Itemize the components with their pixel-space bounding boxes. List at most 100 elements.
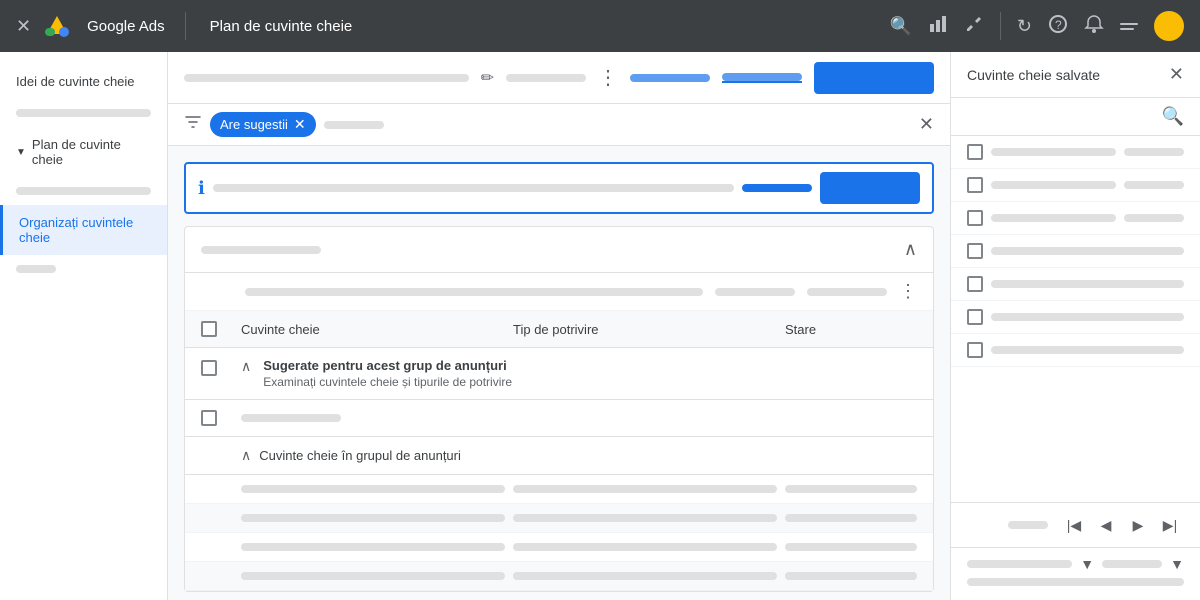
sidebar-placeholder-3 (16, 265, 56, 273)
saved-kw-value-2 (1124, 181, 1184, 189)
right-panel-search-bar: 🔍 (951, 98, 1200, 136)
pagination-last-button[interactable]: ▶| (1156, 511, 1184, 539)
row4-col3 (785, 572, 917, 580)
chart-icon[interactable] (928, 14, 948, 39)
refresh-icon[interactable]: ↻ (1017, 16, 1032, 37)
saved-kw-checkbox-5[interactable] (967, 276, 983, 292)
suggested-checkbox[interactable] (201, 360, 217, 376)
pagination: |◀ ◀ ▶ ▶| (951, 502, 1200, 547)
saved-kw-checkbox-3[interactable] (967, 210, 983, 226)
subrow-placeholder-3 (807, 288, 887, 296)
sidebar-placeholder-2 (16, 187, 151, 195)
row2-col1 (241, 514, 505, 522)
saved-keyword-item-1[interactable] (951, 136, 1200, 169)
saved-keyword-item-5[interactable] (951, 268, 1200, 301)
saved-keyword-item-2[interactable] (951, 169, 1200, 202)
row1-col2 (513, 485, 777, 493)
saved-keyword-item-3[interactable] (951, 202, 1200, 235)
pagination-prev-button[interactable]: ◀ (1092, 511, 1120, 539)
footer-dropdown-icon[interactable]: ▼ (1080, 556, 1094, 572)
topbar-menu-lines[interactable] (1120, 23, 1138, 30)
search-box[interactable]: ℹ (184, 162, 934, 214)
header-save-button[interactable] (814, 62, 934, 94)
suggested-section-header: ∧ Sugerate pentru acest grup de anunțuri… (185, 348, 933, 400)
sidebar-item-ideas[interactable]: Idei de cuvinte cheie (0, 64, 167, 99)
empty-row-checkbox[interactable] (201, 410, 217, 426)
sidebar-item-organize[interactable]: Organizați cuvintele cheie (0, 205, 167, 255)
tools-icon[interactable] (964, 14, 984, 39)
empty-row-placeholder (241, 414, 341, 422)
right-panel-close-button[interactable]: ✕ (1169, 64, 1184, 85)
row3-col2 (513, 543, 777, 551)
footer-scroll-icon[interactable]: ▼ (1170, 556, 1184, 572)
row2-col2 (513, 514, 777, 522)
search-input[interactable] (213, 184, 734, 192)
chevron-icon: ▼ (16, 147, 26, 158)
right-panel-header: Cuvinte cheie salvate ✕ (951, 52, 1200, 98)
group-header: ∧ (185, 227, 933, 273)
saved-kw-label-7 (991, 346, 1184, 354)
search-button[interactable] (820, 172, 920, 204)
header-link-2[interactable] (722, 73, 802, 83)
pagination-first-button[interactable]: |◀ (1060, 511, 1088, 539)
sidebar-placeholder-1 (16, 109, 151, 117)
section-chevron-icon[interactable]: ∧ (241, 447, 251, 464)
filter-close-button[interactable]: ✕ (919, 114, 934, 135)
saved-keyword-item-6[interactable] (951, 301, 1200, 334)
table-row-3 (185, 533, 933, 562)
footer-row-1: ▼ ▼ (967, 556, 1184, 572)
table-row-2 (185, 504, 933, 533)
group-collapse-button[interactable]: ∧ (904, 239, 917, 260)
saved-kw-label-6 (991, 313, 1184, 321)
row4-col2 (513, 572, 777, 580)
saved-keyword-item-4[interactable] (951, 235, 1200, 268)
main-content: ℹ ∧ (168, 146, 950, 600)
saved-kw-value-3 (1124, 214, 1184, 222)
bell-icon[interactable] (1084, 14, 1104, 39)
user-avatar[interactable] (1154, 11, 1184, 41)
saved-keyword-item-7[interactable] (951, 334, 1200, 367)
saved-kw-checkbox-2[interactable] (967, 177, 983, 193)
filter-bar: Are sugestii ✕ ✕ (168, 104, 950, 146)
search-icon[interactable]: 🔍 (889, 16, 911, 37)
section-divider-label: Cuvinte cheie în grupul de anunțuri (259, 448, 461, 463)
filter-chip-suggestions[interactable]: Are sugestii ✕ (210, 112, 316, 137)
row3-col3 (785, 543, 917, 551)
topbar-divider (185, 12, 186, 40)
main-layout: Idei de cuvinte cheie ▼ Plan de cuvinte … (0, 52, 1200, 600)
saved-kw-label-5 (991, 280, 1184, 288)
row3-col1 (241, 543, 505, 551)
select-all-checkbox[interactable] (201, 321, 217, 337)
right-panel-items (951, 136, 1200, 502)
close-button[interactable]: ✕ (16, 16, 31, 37)
edit-icon[interactable]: ✏ (481, 68, 494, 88)
header-link-1[interactable] (630, 74, 710, 82)
row4-col1 (241, 572, 505, 580)
group-header-title (201, 246, 321, 254)
saved-kw-checkbox-4[interactable] (967, 243, 983, 259)
right-panel-title: Cuvinte cheie salvate (967, 67, 1169, 83)
right-panel-search-icon[interactable]: 🔍 (1162, 106, 1184, 127)
col-header-status: Stare (785, 322, 917, 337)
saved-kw-checkbox-1[interactable] (967, 144, 983, 160)
saved-kw-checkbox-6[interactable] (967, 309, 983, 325)
subrow-more-button[interactable]: ⋮ (899, 281, 917, 302)
saved-kw-value-1 (1124, 148, 1184, 156)
search-link[interactable] (742, 184, 812, 192)
help-icon[interactable]: ? (1048, 14, 1068, 39)
col-header-match-type: Tip de potrivire (513, 322, 777, 337)
table-row-1 (185, 475, 933, 504)
filter-chip-close[interactable]: ✕ (294, 116, 306, 133)
saved-kw-label-3 (991, 214, 1116, 222)
saved-kw-checkbox-7[interactable] (967, 342, 983, 358)
row1-col1 (241, 485, 505, 493)
suggested-subtitle: Examinați cuvintele cheie și tipurile de… (263, 375, 917, 389)
sidebar-section-plan[interactable]: ▼ Plan de cuvinte cheie (0, 127, 167, 177)
header-more-button[interactable]: ⋮ (598, 65, 618, 90)
topbar: ✕ Google Ads Plan de cuvinte cheie 🔍 ↻ ? (0, 0, 1200, 52)
table-header: Cuvinte cheie Tip de potrivire Stare (185, 311, 933, 348)
suggested-collapse-icon[interactable]: ∧ (241, 358, 251, 375)
subrow-1: ⋮ (185, 273, 933, 311)
pagination-next-button[interactable]: ▶ (1124, 511, 1152, 539)
table-row-4 (185, 562, 933, 591)
